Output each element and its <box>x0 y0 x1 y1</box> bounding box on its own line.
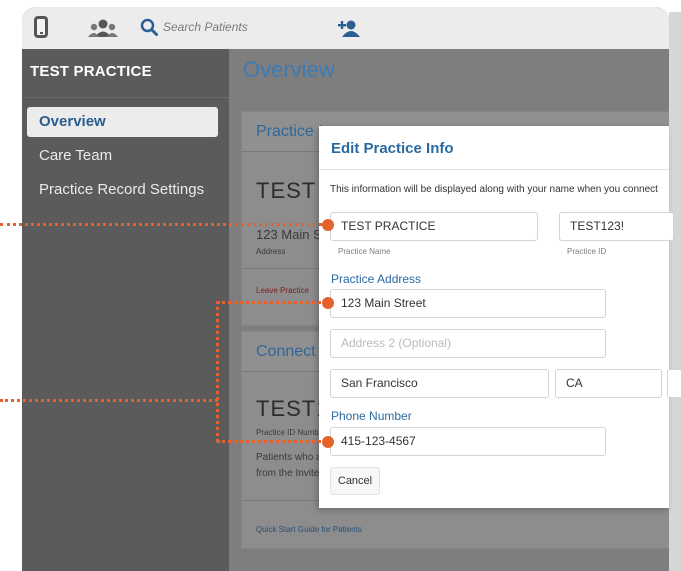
sidebar-divider <box>22 97 229 98</box>
add-user-icon[interactable] <box>338 19 360 37</box>
cancel-button[interactable]: Cancel <box>330 467 380 495</box>
sidebar-item-care-team[interactable]: Care Team <box>27 141 218 171</box>
callout-connector <box>216 301 219 442</box>
callout-line-phone <box>217 440 321 443</box>
callout-line-practice-name <box>0 223 322 226</box>
modal-description: This information will be displayed along… <box>330 184 658 195</box>
practice-id-field[interactable]: TEST123! <box>559 212 674 241</box>
connect-description-line1: Patients who a <box>256 452 322 463</box>
phone-number-heading: Phone Number <box>331 409 412 423</box>
zip-field[interactable] <box>667 369 681 398</box>
modal-title: Edit Practice Info <box>331 140 454 157</box>
page-title: Overview <box>243 57 335 82</box>
edit-practice-modal: Edit Practice Info This information will… <box>319 126 681 508</box>
sidebar-item-overview[interactable]: Overview <box>27 107 218 137</box>
sidebar: TEST PRACTICE Overview Care Team Practic… <box>22 49 229 571</box>
practice-id-number-label: Practice ID Numb <box>256 428 319 437</box>
practice-name-field[interactable]: TEST PRACTICE <box>330 212 538 241</box>
search-icon[interactable] <box>140 18 158 36</box>
practice-name-label: Practice Name <box>338 247 391 256</box>
quick-start-guide-link[interactable]: Quick Start Guide for Patients <box>256 525 362 534</box>
callout-dot-address <box>322 297 334 309</box>
practice-id-label: Practice ID <box>567 247 607 256</box>
connect-description-line2: from the Invite <box>256 468 320 479</box>
modal-divider <box>319 169 669 170</box>
top-bar: Search Patients <box>22 7 669 49</box>
practice-address-heading: Practice Address <box>331 272 422 286</box>
callout-line-address <box>217 301 321 304</box>
sidebar-practice-name: TEST PRACTICE <box>30 63 152 80</box>
leave-practice-link[interactable]: Leave Practice <box>256 286 309 295</box>
address-line1-field[interactable]: 123 Main Street <box>330 289 606 318</box>
device-frame-edge <box>669 12 681 571</box>
address-line2-field[interactable]: Address 2 (Optional) <box>330 329 606 358</box>
patients-group-icon[interactable] <box>88 18 118 38</box>
phone-icon[interactable] <box>34 16 48 38</box>
city-field[interactable]: San Francisco <box>330 369 549 398</box>
state-field[interactable]: CA <box>555 369 662 398</box>
callout-dot-practice-name <box>322 219 334 231</box>
callout-dot-phone <box>322 436 334 448</box>
address-label: Address <box>256 247 286 256</box>
callout-line-left <box>0 399 218 402</box>
practice-address-display: 123 Main St <box>256 227 326 242</box>
sidebar-item-practice-record-settings[interactable]: Practice Record Settings <box>27 175 218 205</box>
search-input[interactable]: Search Patients <box>163 20 248 34</box>
phone-number-field[interactable]: 415-123-4567 <box>330 427 606 456</box>
